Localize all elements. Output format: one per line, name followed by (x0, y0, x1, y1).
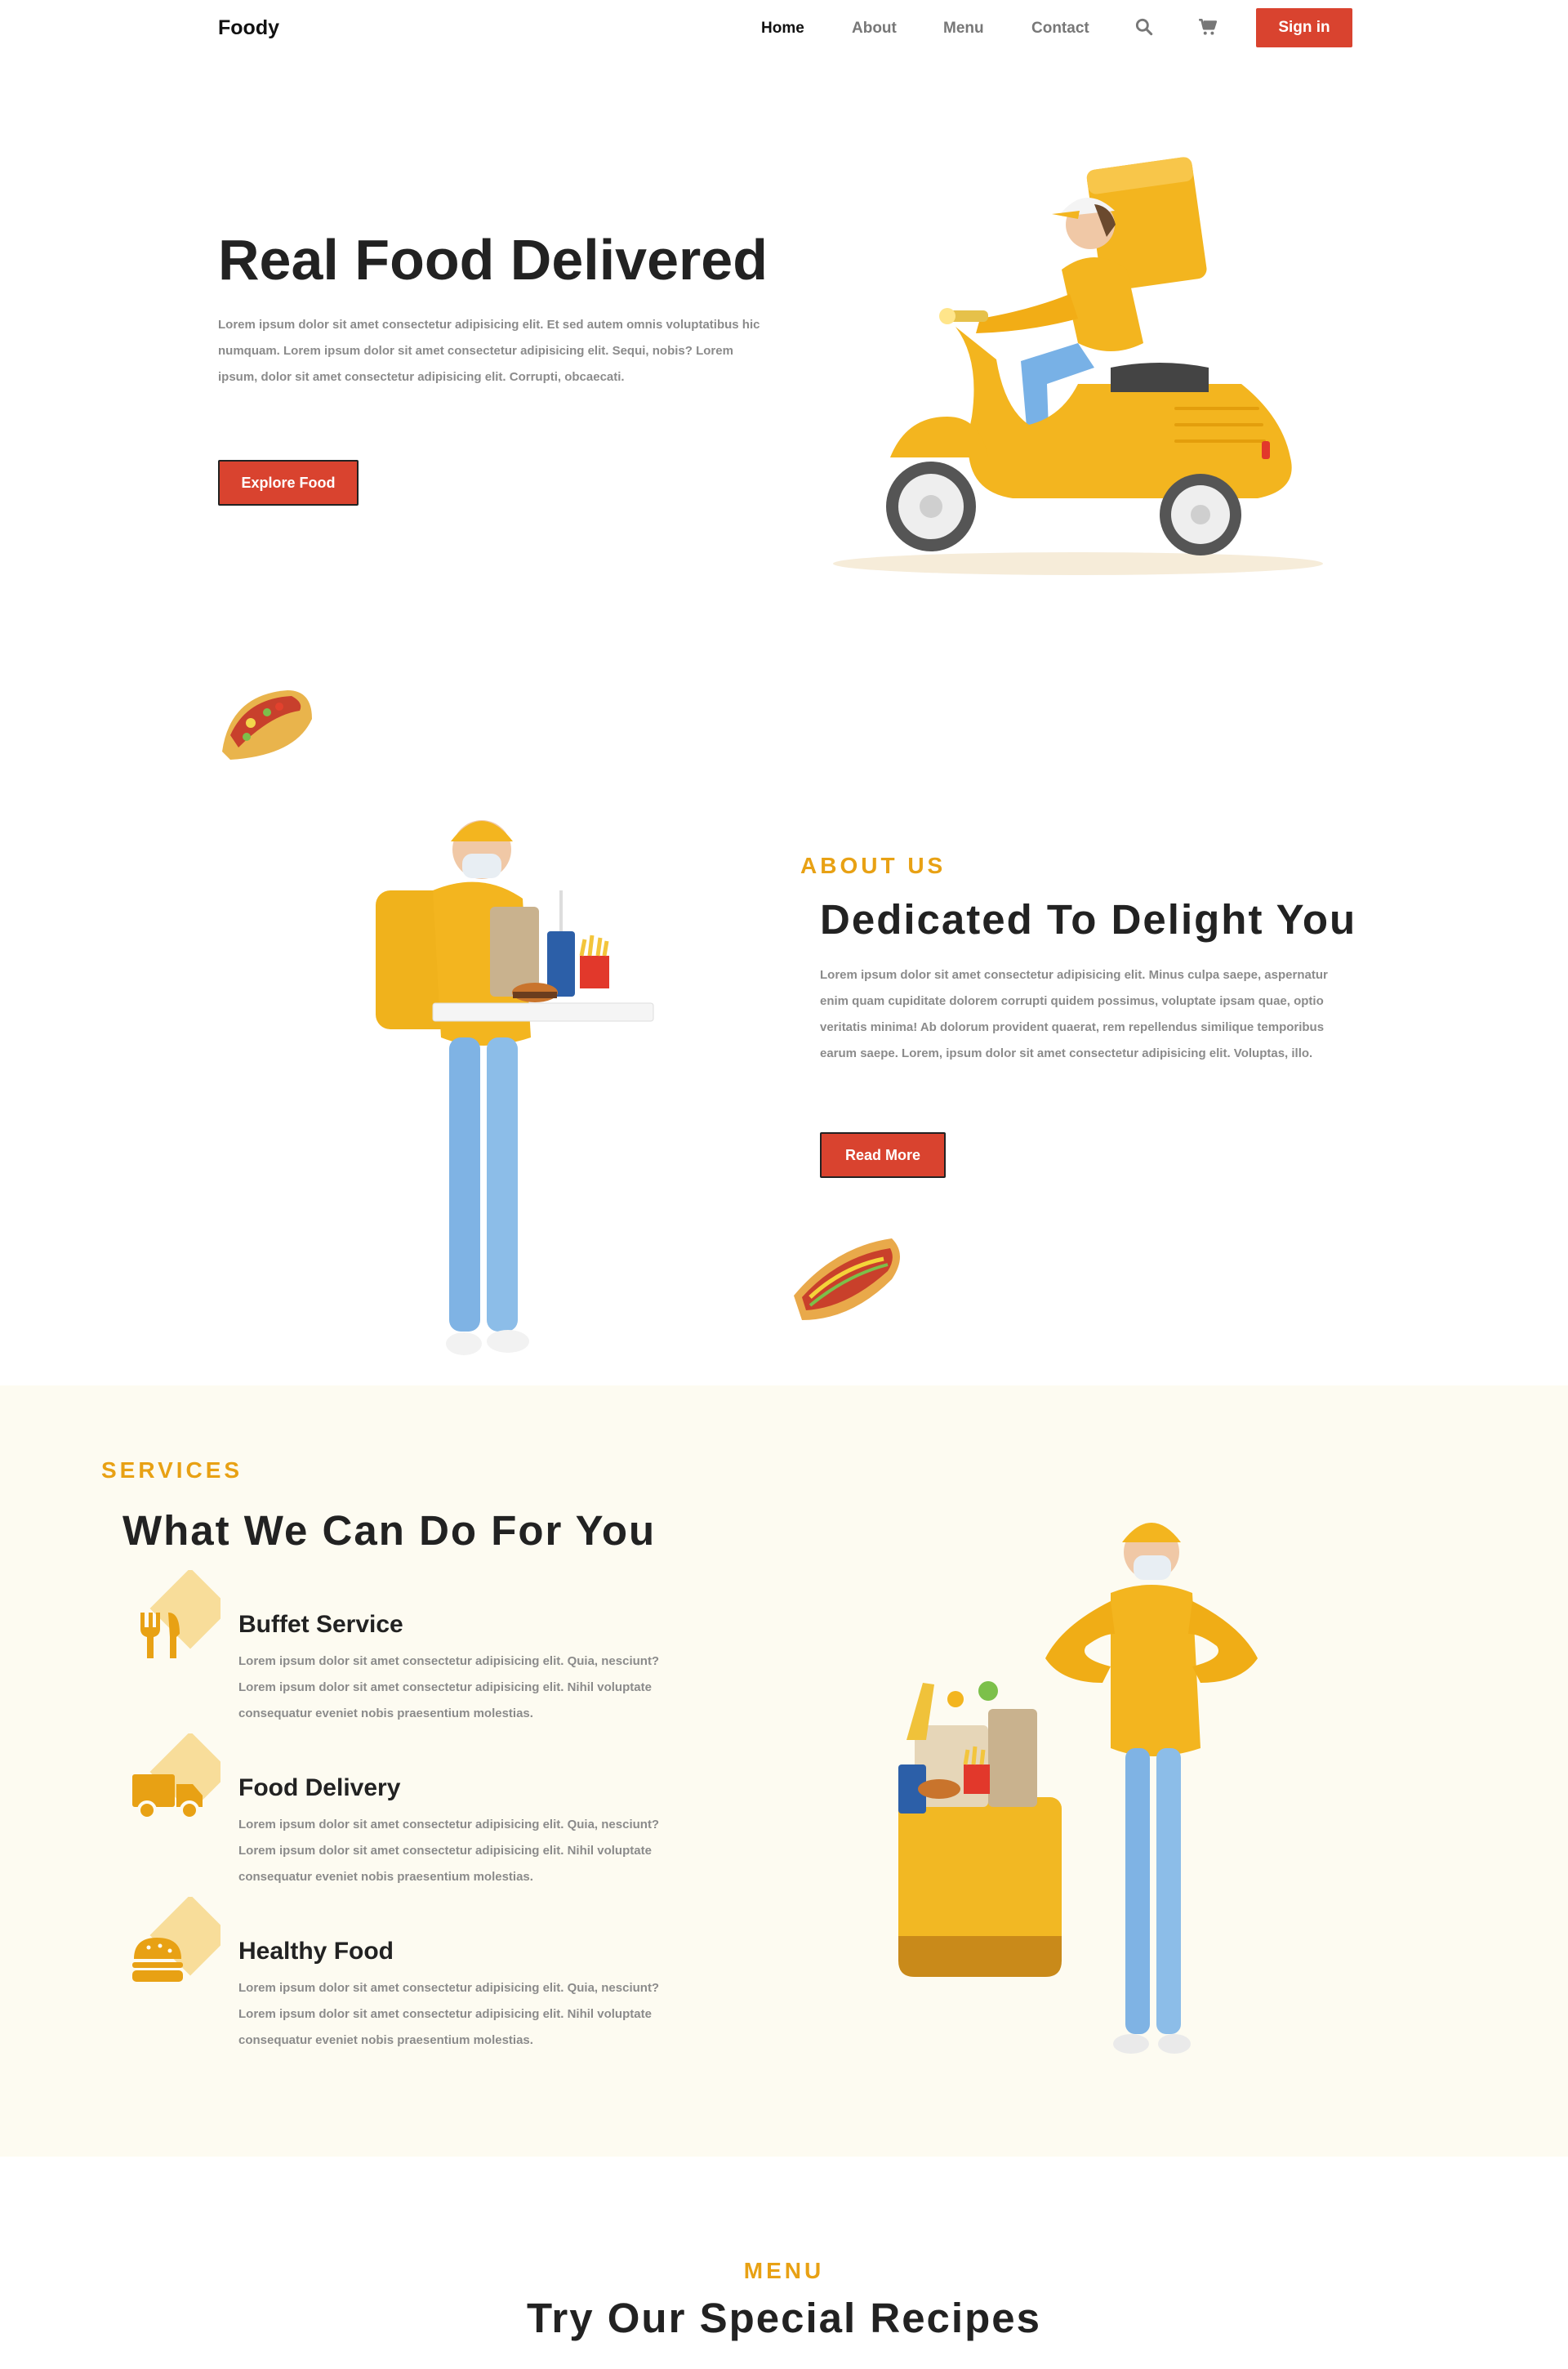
hero-title: Real Food Delivered (218, 228, 768, 292)
scooter-delivery-illustration (833, 157, 1323, 575)
cutlery-icon (140, 1570, 220, 1658)
service-text-buffet: Lorem ipsum dolor sit amet consectetur a… (238, 1654, 660, 1720)
service-text-healthy: Lorem ipsum dolor sit amet consectetur a… (238, 1981, 660, 2047)
taco-illustration (222, 690, 312, 760)
hotdog-illustration (794, 1238, 900, 1320)
about-description: Lorem ipsum dolor sit amet consectetur a… (820, 968, 1328, 1060)
nav-menu[interactable]: Menu (943, 20, 984, 38)
burger-icon (132, 1897, 220, 1982)
service-title-buffet: Buffet Service (238, 1611, 403, 1638)
delivery-man-holding-food-illustration (376, 820, 654, 1355)
explore-food-button[interactable]: Explore Food (218, 460, 359, 506)
nav-about[interactable]: About (852, 20, 897, 38)
cart-icon[interactable] (1197, 16, 1218, 38)
menu-title: Try Our Special Recipes (527, 2295, 1041, 2341)
about-title: Dedicated To Delight You (820, 896, 1357, 943)
services-section (0, 1385, 1568, 2157)
services-title: What We Can Do For You (122, 1507, 657, 1554)
truck-icon (132, 1733, 220, 1820)
delivery-man-with-groceries-illustration (898, 1523, 1258, 2054)
nav-contact[interactable]: Contact (1031, 20, 1089, 38)
service-title-healthy: Healthy Food (238, 1938, 394, 1965)
site-logo[interactable]: Foody (218, 16, 279, 40)
hero-description: Lorem ipsum dolor sit amet consectetur a… (218, 318, 760, 384)
services-eyebrow: SERVICES (101, 1457, 243, 1483)
about-eyebrow: ABOUT US (800, 853, 947, 878)
search-icon[interactable] (1134, 16, 1155, 38)
menu-eyebrow: MENU (743, 2258, 825, 2283)
service-title-delivery: Food Delivery (238, 1774, 401, 1801)
read-more-button[interactable]: Read More (820, 1132, 946, 1178)
sign-in-button[interactable]: Sign in (1256, 8, 1352, 47)
service-text-delivery: Lorem ipsum dolor sit amet consectetur a… (238, 1818, 660, 1884)
nav-home[interactable]: Home (761, 20, 804, 38)
